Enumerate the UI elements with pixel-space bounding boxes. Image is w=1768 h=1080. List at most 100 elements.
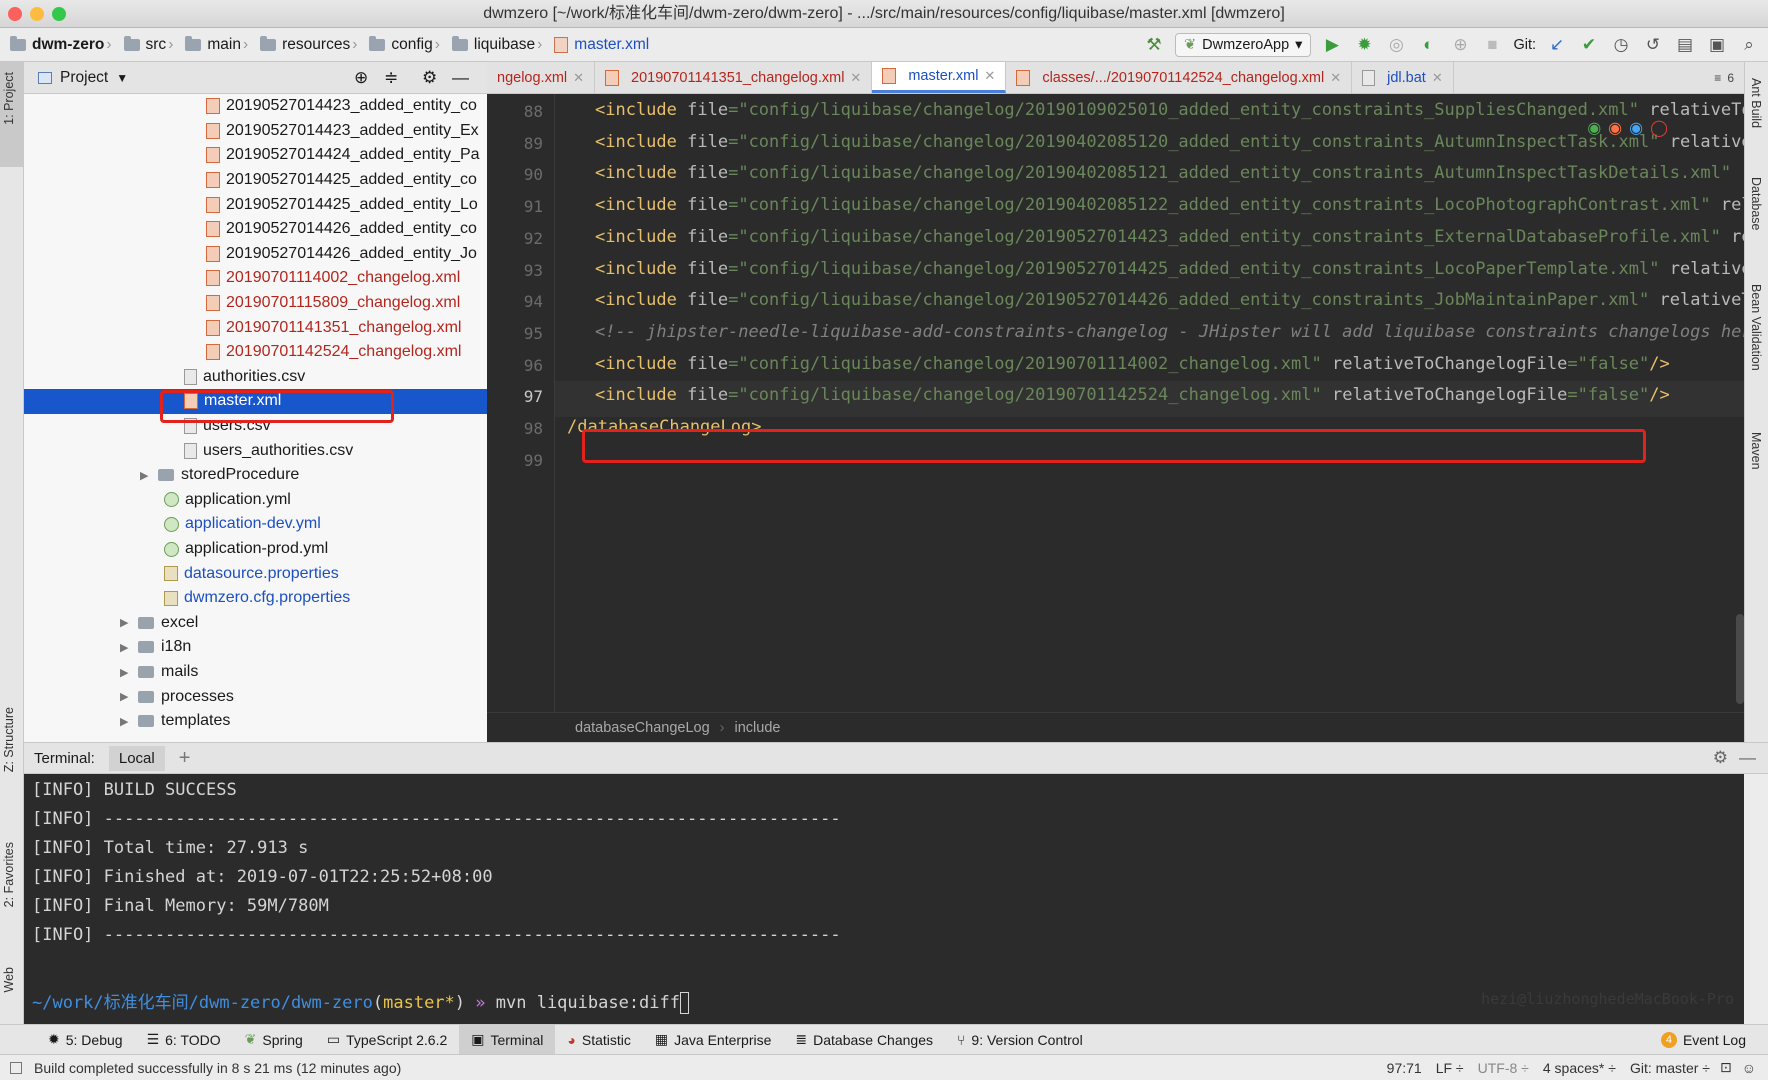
lock-icon[interactable]: ⊡ <box>1720 1059 1732 1076</box>
tool-typescript[interactable]: ▭ TypeScript 2.6.2 <box>315 1025 459 1055</box>
close-icon[interactable]: ✕ <box>573 70 584 86</box>
terminal-window-icon[interactable]: ▣ <box>1706 34 1728 56</box>
database-tool-tab[interactable]: Database <box>1749 177 1763 231</box>
breadcrumb-src[interactable]: src › <box>123 35 180 54</box>
expand-arrow-icon[interactable]: ▶ <box>120 616 132 629</box>
tool-statistic[interactable]: ◕ Statistic <box>555 1025 642 1055</box>
tool-debug[interactable]: ✹ 5: Debug <box>36 1025 135 1055</box>
tree-item[interactable]: 20190701115809_changelog.xml <box>24 291 487 316</box>
hide-panel-icon[interactable]: — <box>1739 748 1756 768</box>
breadcrumb-databasechangelog[interactable]: databaseChangeLog <box>575 720 710 736</box>
tree-item[interactable]: ▶ i18n <box>24 635 487 660</box>
tree-item[interactable]: ▶ processes <box>24 684 487 709</box>
inspector-icon[interactable]: ☺ <box>1742 1060 1756 1076</box>
tool-spring[interactable]: ❦ Spring <box>233 1025 315 1055</box>
tab-jdl-bat[interactable]: jdl.bat ✕ <box>1352 62 1454 93</box>
git-update-icon[interactable]: ↙ <box>1546 34 1568 56</box>
file-encoding[interactable]: UTF-8 ÷ <box>1478 1060 1529 1076</box>
tool-terminal[interactable]: ▣ Terminal <box>459 1024 556 1055</box>
tree-item[interactable]: 20190527014426_added_entity_Jo <box>24 242 487 267</box>
breadcrumb-main[interactable]: main › <box>185 35 254 54</box>
stop-icon[interactable]: ■ <box>1481 34 1503 56</box>
close-icon[interactable]: ✕ <box>850 70 861 86</box>
git-branch[interactable]: Git: master ÷ <box>1630 1060 1710 1076</box>
close-icon[interactable]: ✕ <box>1330 70 1341 86</box>
breadcrumb-include[interactable]: include <box>735 720 781 736</box>
tab-overflow-button[interactable]: ≡ 6 <box>1704 62 1744 93</box>
git-history-icon[interactable]: ◷ <box>1610 34 1632 56</box>
locate-icon[interactable]: ⊕ <box>354 68 368 88</box>
terminal-output[interactable]: [INFO] BUILD SUCCESS [INFO] ------------… <box>24 774 1744 1024</box>
tree-item[interactable]: users_authorities.csv <box>24 438 487 463</box>
tree-item[interactable]: ▶ mails <box>24 660 487 685</box>
hide-panel-icon[interactable]: — <box>452 68 469 88</box>
tree-item[interactable]: 20190701141351_changelog.xml <box>24 315 487 340</box>
breadcrumb-config[interactable]: config › <box>369 35 446 54</box>
caret-position[interactable]: 97:71 <box>1387 1060 1422 1076</box>
search-icon[interactable]: ⌕ <box>1738 34 1760 56</box>
tool-java-enterprise[interactable]: ▦ Java Enterprise <box>643 1025 784 1055</box>
breadcrumb-resources[interactable]: resources › <box>260 35 363 54</box>
tool-database-changes[interactable]: ≣ Database Changes <box>783 1025 945 1055</box>
expand-arrow-icon[interactable]: ▶ <box>120 690 132 703</box>
git-commit-icon[interactable]: ✔ <box>1578 34 1600 56</box>
zoom-window-button[interactable] <box>52 7 66 21</box>
tree-item[interactable]: application-dev.yml <box>24 512 487 537</box>
expand-arrow-icon[interactable]: ▶ <box>140 469 152 482</box>
breadcrumb-liquibase[interactable]: liquibase › <box>451 35 548 54</box>
bean-validation-tool-tab[interactable]: Bean Validation <box>1749 284 1763 371</box>
tree-item[interactable]: 20190701114002_changelog.xml <box>24 266 487 291</box>
expand-arrow-icon[interactable]: ▶ <box>120 715 132 728</box>
close-icon[interactable]: ✕ <box>984 68 995 84</box>
tree-item[interactable]: 20190527014426_added_entity_co <box>24 217 487 242</box>
line-separator[interactable]: LF ÷ <box>1436 1060 1464 1076</box>
structure-tool-tab[interactable]: Z: Structure <box>2 707 16 772</box>
toggle-tool-windows-icon[interactable] <box>10 1061 22 1074</box>
tree-item[interactable]: 20190527014425_added_entity_co <box>24 168 487 193</box>
coverage-icon[interactable]: ◎ <box>1385 34 1407 56</box>
terminal-tab-local[interactable]: Local <box>108 745 165 771</box>
run-icon[interactable]: ▶ <box>1321 34 1343 56</box>
gear-icon[interactable]: ⚙ <box>1713 748 1728 768</box>
favorites-tool-tab[interactable]: 2: Favorites <box>2 842 16 907</box>
indent-setting[interactable]: 4 spaces* ÷ <box>1543 1060 1616 1076</box>
tool-version-control[interactable]: ⑂ 9: Version Control <box>945 1025 1095 1055</box>
add-terminal-icon[interactable]: + <box>179 747 191 770</box>
editor-scrollbar[interactable] <box>1736 614 1744 704</box>
project-structure-icon[interactable]: ▤ <box>1674 34 1696 56</box>
tool-todo[interactable]: ☰ 6: TODO <box>135 1025 233 1055</box>
tree-item[interactable]: 20190701142524_changelog.xml <box>24 340 487 365</box>
ant-build-tool-tab[interactable]: Ant Build <box>1749 78 1763 128</box>
minimize-window-button[interactable] <box>30 7 44 21</box>
collapse-all-icon[interactable]: ≑ <box>384 68 398 88</box>
debug-icon[interactable]: ✹ <box>1353 34 1375 56</box>
tab-ngelog-xml[interactable]: ngelog.xml ✕ <box>487 62 596 93</box>
tree-item[interactable]: 20190527014423_added_entity_co <box>24 94 487 119</box>
project-tool-tab[interactable]: 1: Project <box>2 72 16 125</box>
expand-arrow-icon[interactable]: ▶ <box>120 666 132 679</box>
git-revert-icon[interactable]: ↺ <box>1642 34 1664 56</box>
gear-icon[interactable]: ⚙ <box>422 68 437 88</box>
tree-item[interactable]: application.yml <box>24 488 487 513</box>
breadcrumb-project[interactable]: dwm-zero › <box>10 35 118 54</box>
tool-event-log[interactable]: 4 Event Log <box>1649 1025 1758 1055</box>
run-configuration-select[interactable]: ❦ DwmzeroApp ▾ <box>1174 33 1312 57</box>
tree-item[interactable]: application-prod.yml <box>24 537 487 562</box>
chevron-down-icon[interactable]: ▼ <box>116 71 128 85</box>
close-icon[interactable]: ✕ <box>1432 70 1443 86</box>
tree-item[interactable]: ▶ excel <box>24 611 487 636</box>
tree-item[interactable]: ▶ storedProcedure <box>24 463 487 488</box>
tree-item[interactable]: datasource.properties <box>24 561 487 586</box>
breadcrumb-master-xml[interactable]: master.xml <box>554 36 649 54</box>
tree-item[interactable]: 20190527014424_added_entity_Pa <box>24 143 487 168</box>
tree-item[interactable]: ▶ templates <box>24 709 487 734</box>
build-hammer-icon[interactable]: ⚒ <box>1143 34 1165 56</box>
maven-tool-tab[interactable]: Maven <box>1749 432 1763 470</box>
tree-item[interactable]: 20190527014425_added_entity_Lo <box>24 192 487 217</box>
tree-item[interactable]: 20190527014423_added_entity_Ex <box>24 119 487 144</box>
tab-20190701141351-changelog[interactable]: 20190701141351_changelog.xml ✕ <box>595 62 873 93</box>
tab-master-xml[interactable]: master.xml ✕ <box>872 62 1007 93</box>
tree-item[interactable]: authorities.csv <box>24 365 487 390</box>
project-view-select[interactable]: Project <box>60 69 108 87</box>
expand-arrow-icon[interactable]: ▶ <box>120 641 132 654</box>
